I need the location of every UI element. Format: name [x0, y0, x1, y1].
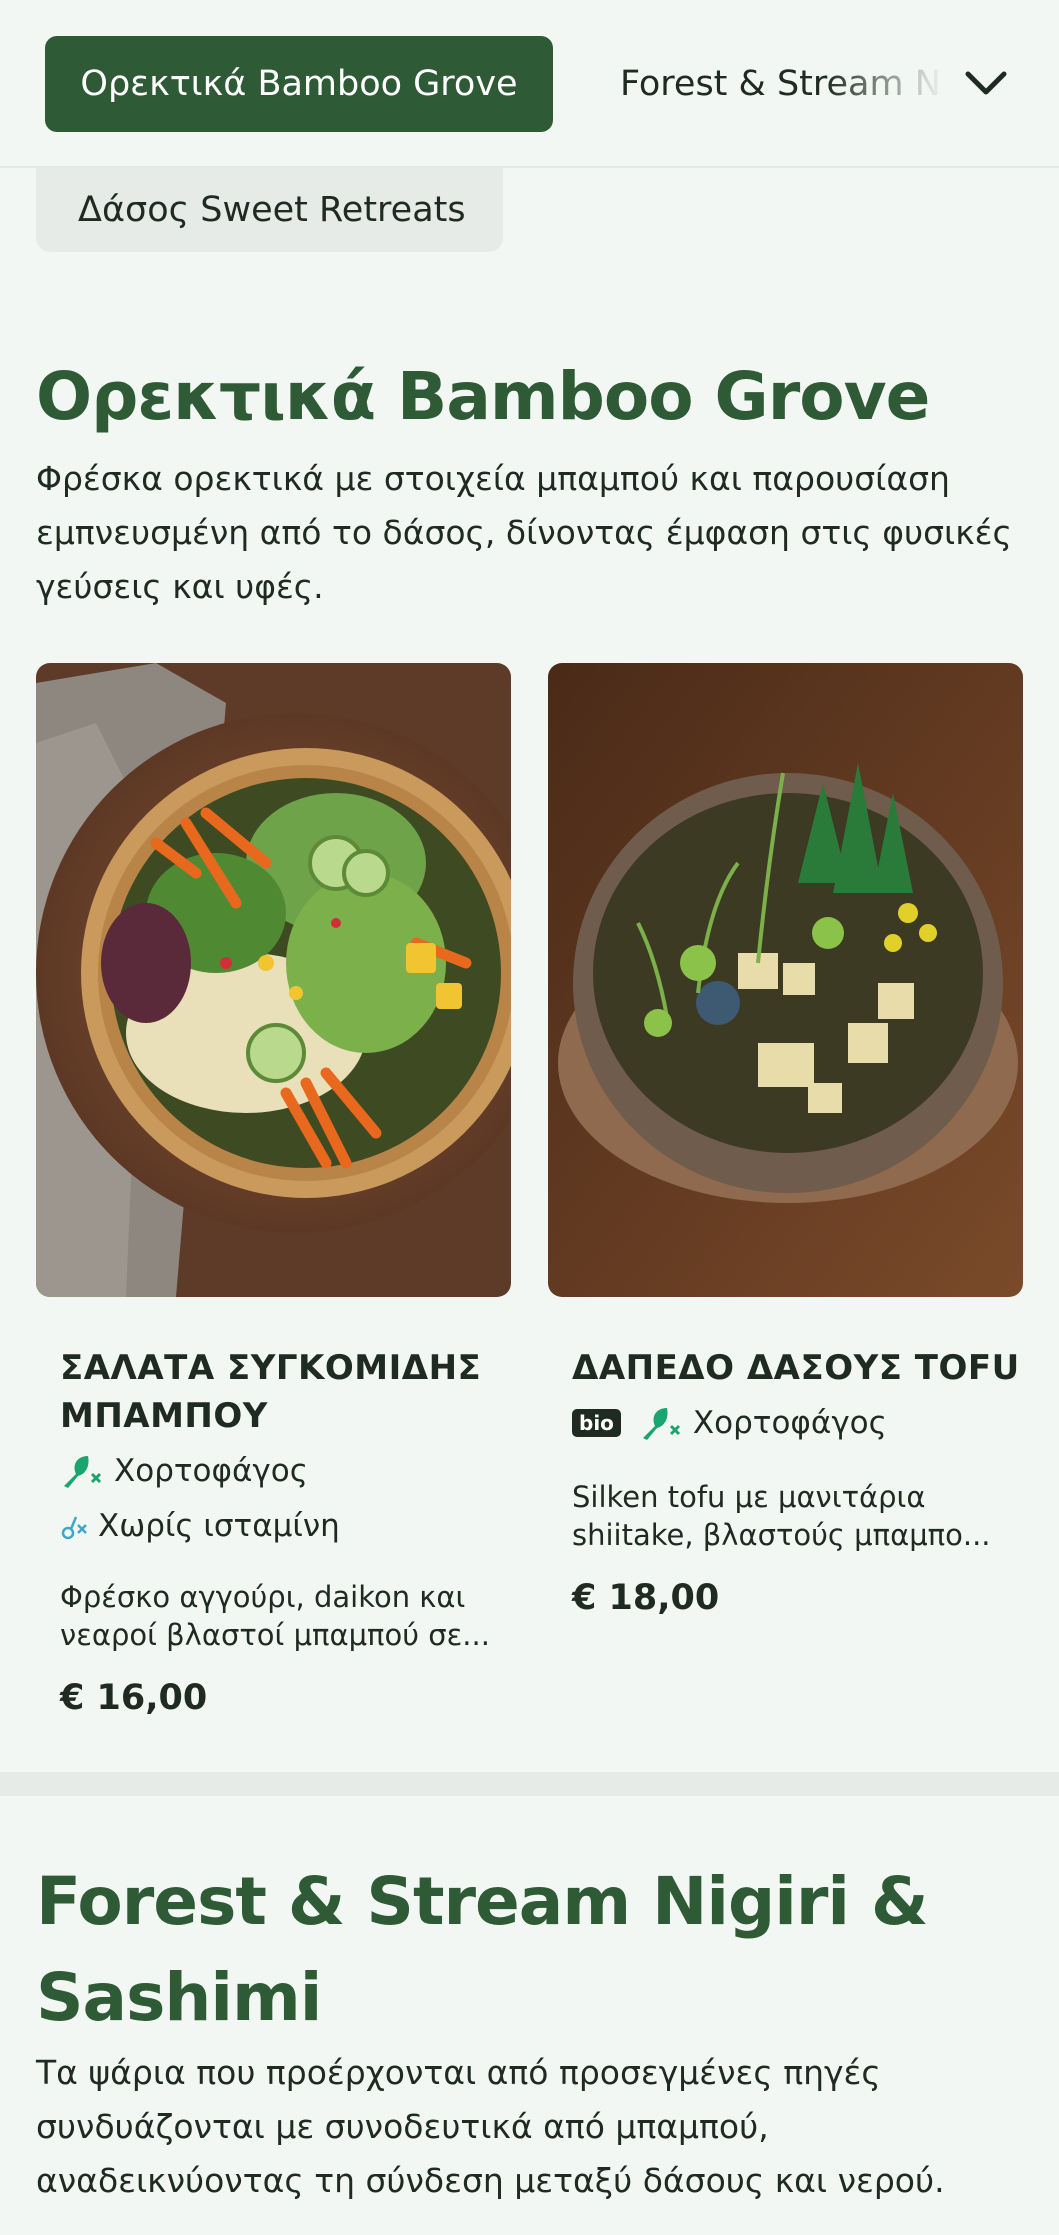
tab-bamboo-grove[interactable]: Ορεκτικά Bamboo Grove	[45, 36, 553, 132]
section-title-line: Sashimi	[36, 1959, 322, 2036]
histamine-free-icon	[61, 1516, 87, 1540]
item-price: € 18,00	[572, 1578, 720, 1618]
vegetarian-tag: Χορτοφάγος	[60, 1452, 308, 1490]
item-title-line: ΣΑΛΑΤΑ ΣΥΓΚΟΜΙΔΗΣ	[60, 1348, 482, 1388]
bio-badge: bio	[572, 1409, 621, 1437]
category-nav: Ορεκτικά Bamboo Grove Forest & Stream Ni…	[0, 0, 1059, 168]
item-description-line: shiitake, βλαστούς μπαμπο...	[572, 1518, 991, 1552]
chevron-down-icon[interactable]	[960, 58, 1012, 110]
item-title-line: ΜΠΑΜΠΟΥ	[60, 1396, 268, 1436]
item-description: Silken tofu με μανιτάρια shiitake, βλαστ…	[572, 1478, 1012, 1554]
item-title[interactable]: ΔΑΠΕΔΟ ΔΑΣΟΥΣ TOFU	[572, 1344, 1020, 1392]
vegetarian-icon	[642, 1408, 680, 1440]
section-title: Forest & Stream Nigiri & Sashimi	[36, 1854, 929, 2046]
tab-forest-stream-label: Forest & Stream Nigiri & Sashimi	[620, 64, 945, 104]
tab-sweet-retreats[interactable]: Δάσος Sweet Retreats	[36, 168, 503, 252]
tag-label: Χορτοφάγος	[114, 1453, 308, 1489]
vegetarian-icon	[64, 1456, 102, 1488]
item-title[interactable]: ΣΑΛΑΤΑ ΣΥΓΚΟΜΙΔΗΣ ΜΠΑΜΠΟΥ	[60, 1344, 481, 1440]
tab-forest-stream[interactable]: Forest & Stream Nigiri & Sashimi	[620, 36, 945, 132]
histamine-free-tag: Χωρίς ισταμίνη	[60, 1508, 340, 1544]
section-description: Φρέσκα ορεκτικά με στοιχεία μπαμπού και …	[36, 459, 1012, 606]
forest-tofu-photo[interactable]	[548, 663, 1023, 1297]
item-title-line: ΔΑΠΕΔΟ ΔΑΣΟΥΣ TOFU	[572, 1348, 1020, 1388]
tag-label: Χορτοφάγος	[692, 1405, 887, 1441]
section-divider	[0, 1772, 1059, 1796]
item-description: Φρέσκο αγγούρι, daikon και νεαροί βλαστο…	[60, 1578, 500, 1654]
section-description: Τα ψάρια που προέρχονται από προσεγμένες…	[36, 2053, 945, 2200]
section-title: Ορεκτικά Bamboo Grove	[36, 358, 930, 435]
tag-label: Χωρίς ισταμίνη	[98, 1508, 340, 1544]
item-description-line: νεαροί βλαστοί μπαμπού σε...	[60, 1618, 490, 1652]
section-title-line: Forest & Stream Nigiri &	[36, 1863, 929, 1940]
item-description-line: Φρέσκο αγγούρι, daikon και	[60, 1580, 466, 1614]
vegetarian-tag: bio Χορτοφάγος	[572, 1404, 887, 1442]
item-description-line: Silken tofu με μανιτάρια	[572, 1480, 926, 1514]
item-price: € 16,00	[60, 1678, 208, 1718]
salad-bowl-photo[interactable]	[36, 663, 511, 1297]
